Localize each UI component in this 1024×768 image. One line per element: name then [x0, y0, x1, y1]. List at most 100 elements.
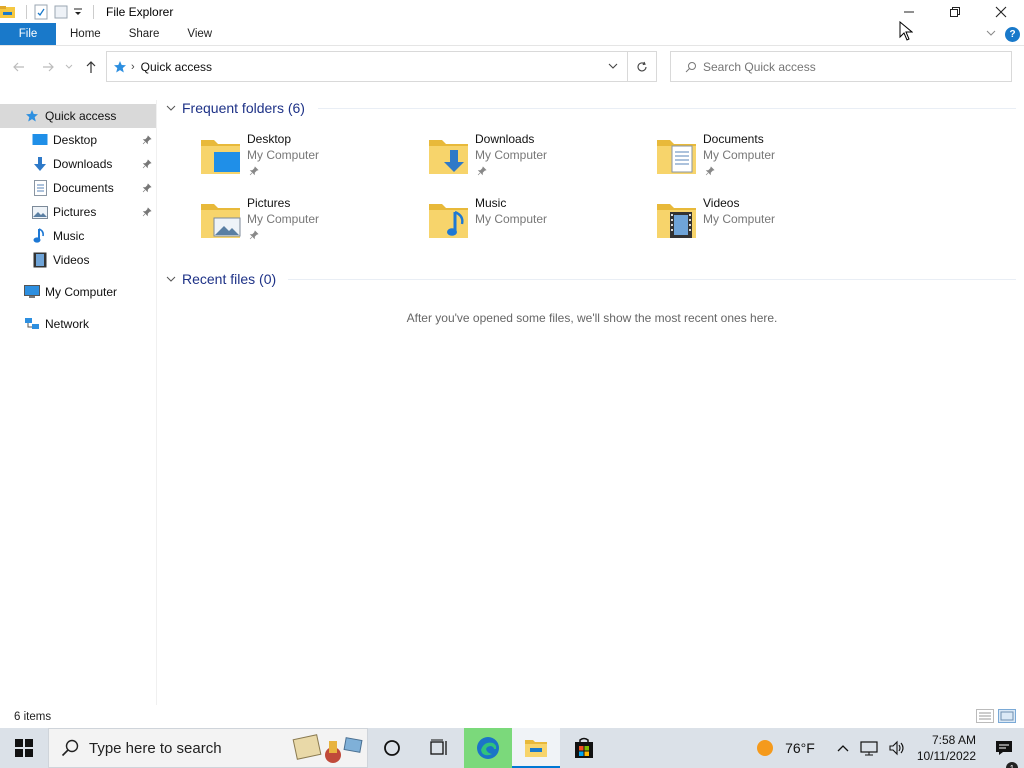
system-tray: 76°F 7:58 AM 10/11/2022 1	[757, 728, 1024, 768]
search-box[interactable]	[670, 51, 1012, 82]
nav-item-my-computer[interactable]: My Computer	[0, 280, 156, 304]
network-icon	[24, 316, 40, 332]
pin-icon[interactable]	[249, 165, 259, 179]
taskbar: Type here to search 76°F 7:58 AM 10/11/2…	[0, 728, 1024, 768]
forward-button[interactable]	[33, 55, 62, 79]
large-icons-view-button[interactable]	[998, 709, 1016, 723]
minimize-button[interactable]	[886, 0, 932, 23]
folder-tile-desktop[interactable]: Desktop My Computer	[200, 132, 420, 190]
frequent-folders-header[interactable]: Frequent folders (6)	[166, 98, 305, 118]
tab-view[interactable]: View	[173, 23, 226, 45]
recent-files-empty-message: After you've opened some files, we'll sh…	[406, 311, 778, 325]
tab-file[interactable]: File	[0, 23, 56, 45]
pin-icon[interactable]	[142, 206, 152, 220]
address-bar[interactable]: › Quick access	[106, 51, 628, 82]
quick-access-toolbar	[0, 0, 100, 23]
recent-locations-button[interactable]	[62, 55, 76, 79]
up-button[interactable]	[76, 55, 105, 79]
breadcrumb-quick-access[interactable]: Quick access	[141, 60, 212, 74]
expand-ribbon-chevron-icon[interactable]	[985, 27, 997, 42]
folder-name: Documents	[703, 132, 764, 146]
music-icon	[32, 228, 48, 244]
notification-icon	[996, 741, 1012, 755]
folder-tile-music[interactable]: Music My Computer	[428, 196, 648, 254]
microsoft-store-taskbar-button[interactable]	[560, 728, 608, 768]
new-folder-icon[interactable]	[53, 4, 69, 20]
pin-icon[interactable]	[142, 182, 152, 196]
nav-item-downloads[interactable]: Downloads	[0, 152, 156, 176]
nav-item-label: Desktop	[53, 133, 98, 147]
nav-item-music[interactable]: Music	[0, 224, 156, 248]
search-highlight-illustration-icon	[292, 734, 363, 763]
nav-item-network[interactable]: Network	[0, 312, 156, 336]
nav-item-pictures[interactable]: Pictures	[0, 200, 156, 224]
nav-item-label: My Computer	[45, 285, 118, 299]
file-explorer-icon	[525, 740, 547, 757]
desktop-icon	[32, 132, 48, 148]
folder-tile-downloads[interactable]: Downloads My Computer	[428, 132, 648, 190]
chevron-down-icon	[65, 64, 73, 69]
edge-taskbar-button[interactable]	[464, 728, 512, 768]
pin-icon[interactable]	[142, 158, 152, 172]
weather-widget[interactable]: 76°F	[757, 740, 815, 756]
refresh-button[interactable]	[628, 51, 657, 82]
recent-files-title: Recent files (0)	[182, 271, 277, 287]
customize-toolbar-chevron-icon[interactable]	[73, 4, 83, 20]
tab-share[interactable]: Share	[115, 23, 174, 45]
pin-icon[interactable]	[249, 229, 259, 243]
weather-temperature: 76°F	[785, 740, 815, 756]
file-explorer-app-icon[interactable]	[0, 4, 16, 20]
nav-item-quick-access[interactable]: Quick access	[0, 104, 156, 128]
start-button[interactable]	[0, 728, 48, 768]
folder-name: Pictures	[247, 196, 291, 210]
frequent-folders-title: Frequent folders (6)	[182, 100, 305, 116]
pin-icon[interactable]	[142, 134, 152, 148]
folder-name: Music	[475, 196, 507, 210]
nav-item-label: Music	[53, 229, 85, 243]
details-view-button[interactable]	[976, 709, 994, 723]
pin-icon[interactable]	[477, 165, 487, 179]
details-view-icon	[979, 712, 991, 720]
help-icon[interactable]: ?	[1005, 27, 1020, 42]
task-view-button[interactable]	[416, 728, 464, 768]
nav-item-documents[interactable]: Documents	[0, 176, 156, 200]
search-input[interactable]	[703, 59, 993, 74]
videos-icon	[32, 252, 48, 268]
restore-button[interactable]	[932, 0, 978, 23]
nav-item-videos[interactable]: Videos	[0, 248, 156, 272]
taskbar-search-placeholder: Type here to search	[89, 739, 222, 757]
folder-tile-documents[interactable]: Documents My Computer	[656, 132, 876, 190]
breadcrumb-separator-icon[interactable]: ›	[131, 61, 135, 73]
music-folder-icon	[429, 204, 468, 238]
action-center-button[interactable]: 1	[984, 740, 1024, 768]
nav-item-label: Videos	[53, 253, 90, 267]
folder-tile-pictures[interactable]: Pictures My Computer	[200, 196, 420, 254]
folder-tile-videos[interactable]: Videos My Computer	[656, 196, 876, 254]
file-explorer-taskbar-button[interactable]	[512, 728, 560, 768]
chevron-down-icon[interactable]	[166, 100, 176, 116]
show-hidden-icons-chevron-icon[interactable]	[836, 743, 850, 753]
forward-arrow-icon	[42, 62, 54, 71]
pin-icon[interactable]	[705, 165, 715, 179]
network-status-icon[interactable]	[860, 740, 878, 756]
taskbar-search-box[interactable]: Type here to search	[48, 728, 368, 768]
title-bar: File Explorer	[0, 0, 1024, 23]
pictures-folder-icon	[201, 204, 241, 238]
back-button[interactable]	[4, 55, 33, 79]
properties-icon[interactable]	[33, 4, 49, 20]
large-icons-view-icon	[1000, 711, 1014, 721]
close-button[interactable]	[978, 0, 1024, 23]
volume-icon[interactable]	[888, 740, 906, 756]
close-icon	[995, 6, 1007, 17]
notification-count-badge: 1	[1006, 762, 1018, 768]
taskbar-clock[interactable]: 7:58 AM 10/11/2022	[917, 732, 976, 764]
folder-location: My Computer	[247, 212, 320, 226]
recent-files-header[interactable]: Recent files (0)	[166, 269, 276, 289]
chevron-down-icon[interactable]	[166, 271, 176, 287]
cortana-button[interactable]	[368, 728, 416, 768]
nav-item-desktop[interactable]: Desktop	[0, 128, 156, 152]
folder-location: My Computer	[475, 212, 548, 226]
tab-home[interactable]: Home	[56, 23, 115, 45]
documents-icon	[32, 180, 48, 196]
address-dropdown-icon[interactable]	[607, 60, 619, 75]
